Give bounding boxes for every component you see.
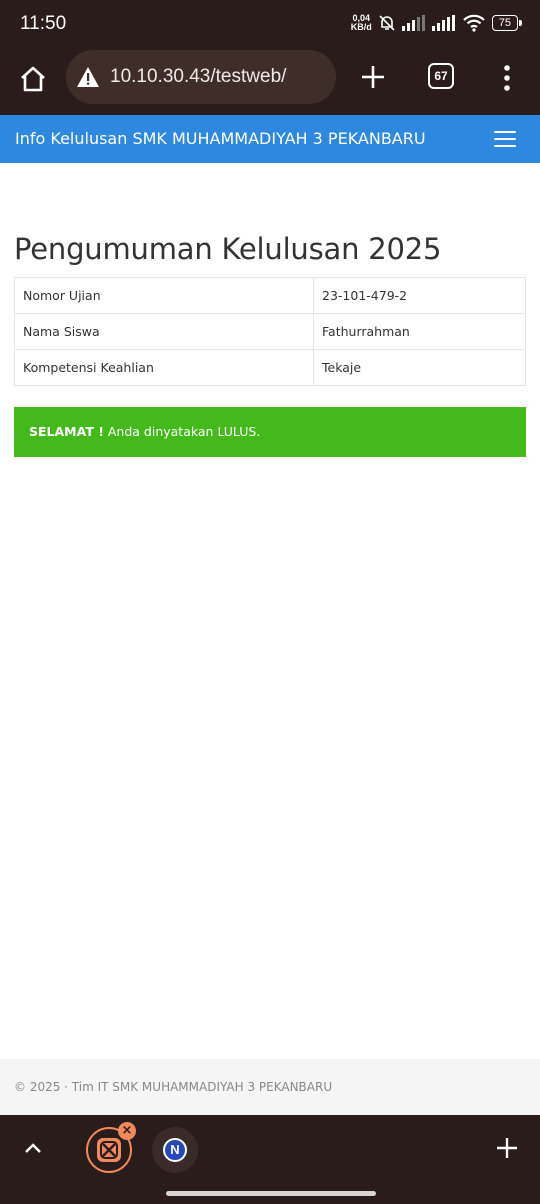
bell-muted-icon — [379, 15, 395, 31]
address-bar[interactable]: 10.10.30.43/testweb/ — [66, 50, 336, 104]
tab-count-button[interactable]: 67 — [428, 63, 454, 89]
table-row: Nama Siswa Fathurrahman — [14, 313, 526, 350]
add-tab-icon[interactable] — [496, 1137, 518, 1159]
hamburger-menu-icon[interactable] — [494, 131, 516, 147]
close-tab-icon[interactable]: × — [118, 1122, 136, 1140]
more-menu-icon[interactable] — [500, 64, 514, 92]
new-tab-icon[interactable] — [358, 62, 388, 92]
status-icons: 0,04 KB/d 75 — [350, 13, 523, 32]
row-value: Tekaje — [313, 349, 526, 386]
navbar-brand[interactable]: Info Kelulusan SMK MUHAMMADIYAH 3 PEKANB… — [15, 129, 426, 148]
battery-icon: 75 — [491, 15, 523, 31]
home-icon[interactable] — [18, 64, 48, 94]
url-text[interactable]: 10.10.30.43/testweb/ — [110, 66, 286, 88]
status-bar: 11:50 0,04 KB/d 75 — [0, 0, 540, 50]
tab-group-item[interactable]: N — [152, 1127, 198, 1173]
browser-chrome: 11:50 0,04 KB/d 75 10.10.30.43/testweb/ … — [0, 0, 540, 115]
result-table: Nomor Ujian 23-101-479-2 Nama Siswa Fath… — [14, 277, 526, 386]
site-footer: © 2025 · Tim IT SMK MUHAMMADIYAH 3 PEKAN… — [0, 1059, 540, 1115]
success-alert: SELAMAT ! Anda dinyatakan LULUS. — [14, 407, 526, 457]
row-value: 23-101-479-2 — [313, 277, 526, 314]
row-label: Nomor Ujian — [14, 277, 314, 314]
site-navbar: Info Kelulusan SMK MUHAMMADIYAH 3 PEKANB… — [0, 115, 540, 163]
table-row: Kompetensi Keahlian Tekaje — [14, 349, 526, 386]
warning-icon[interactable] — [76, 66, 100, 88]
home-indicator[interactable] — [166, 1191, 376, 1196]
row-value: Fathurrahman — [313, 313, 526, 350]
signal-icon-2 — [431, 15, 455, 31]
status-time: 11:50 — [20, 13, 67, 34]
row-label: Nama Siswa — [14, 313, 314, 350]
row-label: Kompetensi Keahlian — [14, 349, 314, 386]
wifi-icon — [462, 14, 485, 32]
page-title: Pengumuman Kelulusan 2025 — [14, 232, 442, 266]
browser-toolbar: 10.10.30.43/testweb/ 67 — [0, 50, 540, 115]
xampp-icon — [100, 1141, 118, 1159]
alert-text: Anda dinyatakan LULUS. — [103, 424, 261, 439]
alert-strong: SELAMAT ! — [29, 424, 104, 439]
footer-text: © 2025 · Tim IT SMK MUHAMMADIYAH 3 PEKAN… — [14, 1080, 333, 1094]
signal-icon — [401, 15, 425, 31]
chevron-up-icon[interactable] — [24, 1141, 42, 1155]
n-favicon-icon: N — [163, 1138, 187, 1162]
table-row: Nomor Ujian 23-101-479-2 — [14, 277, 526, 314]
net-speed: 0,04 KB/d — [350, 13, 372, 32]
site-favicon-icon — [97, 1138, 121, 1162]
